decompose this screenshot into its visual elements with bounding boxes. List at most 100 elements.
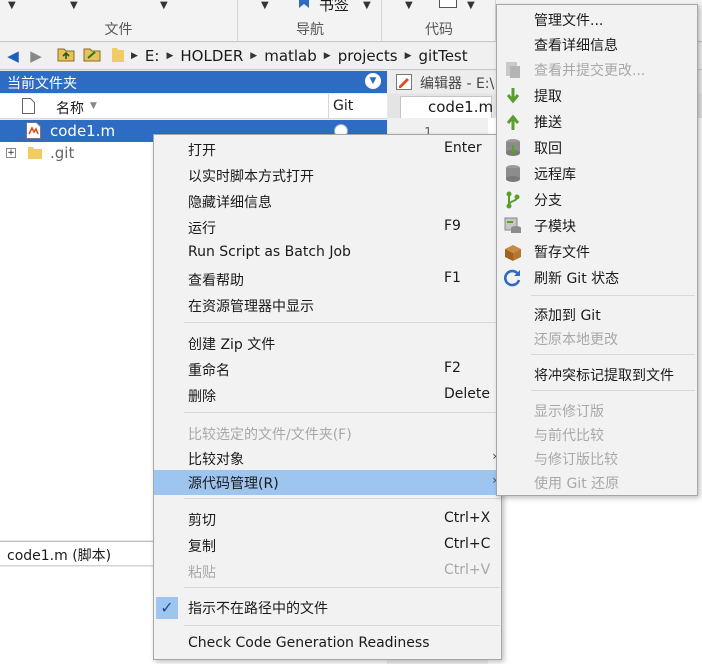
menu-item-extract-conflict[interactable]: 将冲突标记提取到文件 — [497, 362, 697, 387]
file-name: code1.m — [50, 122, 116, 140]
dropdown-arrow-icon[interactable]: ▼ — [405, 0, 413, 11]
file-section: ▼ ▼ ▼ 文件 — [0, 0, 238, 42]
current-folder-header: 当前文件夹 ▼ — [0, 71, 387, 93]
menu-item-fetch[interactable]: 取回 — [497, 135, 697, 160]
commit-icon — [503, 60, 523, 80]
menu-separator — [184, 587, 500, 588]
menu-item-compare-against[interactable]: 比较对象 › — [154, 446, 501, 471]
menu-item-git-revert: 使用 Git 还原 — [534, 476, 620, 492]
menu-item-view-details[interactable]: 查看详细信息 — [497, 32, 697, 57]
folder-name: .git — [50, 144, 75, 162]
column-git[interactable]: Git — [333, 98, 353, 114]
source-control-submenu: 管理文件... 查看详细信息 查看并提交更改... 提取 推送 取回 远程库 分… — [496, 4, 698, 496]
column-header: 名称 ▼ Git — [0, 94, 387, 119]
nav-section-label: 导航 — [296, 22, 324, 38]
up-folder-icon[interactable] — [56, 46, 76, 66]
menu-item-indicate-not-on-path[interactable]: ✓ 指示不在路径中的文件 — [154, 595, 501, 620]
editor-title: 编辑器 - E:\ — [420, 76, 495, 92]
menu-item-compare-selected: 比较选定的文件/文件夹(F) — [188, 427, 352, 443]
column-divider — [328, 94, 329, 118]
menu-item-run[interactable]: 运行 F9 — [154, 215, 501, 240]
checkmark-icon: ✓ — [156, 597, 178, 619]
menu-item-hide-details[interactable]: 隐藏详细信息 — [154, 189, 501, 214]
breadcrumb-separator-icon: ▶ — [166, 51, 174, 61]
drive-folder-icon — [112, 46, 124, 66]
breadcrumb-item[interactable]: HOLDER — [180, 47, 243, 65]
dropdown-arrow-icon[interactable]: ▼ — [8, 0, 16, 11]
breadcrumb-item[interactable]: matlab — [264, 47, 317, 65]
context-menu: 打开 Enter 以实时脚本方式打开 隐藏详细信息 运行 F9 Run Script… — [153, 134, 502, 660]
menu-separator — [531, 390, 695, 391]
back-arrow-icon[interactable]: ◀ — [3, 46, 23, 66]
breadcrumb: ▶ E: ▶ HOLDER ▶ matlab ▶ projects ▶ gitT… — [112, 45, 468, 67]
code-section: ▼ ▼ 代码 — [383, 0, 496, 42]
menu-item-source-control[interactable]: 源代码管理(R) › — [154, 470, 501, 495]
menu-item-run-batch[interactable]: Run Script as Batch Job — [154, 241, 501, 266]
expand-icon[interactable]: + — [6, 148, 16, 158]
menu-separator — [531, 295, 695, 296]
menu-item-create-zip[interactable]: 创建 Zip 文件 — [154, 331, 501, 356]
editor-icon — [396, 74, 412, 94]
details-label: code1.m (脚本) — [7, 548, 112, 564]
column-name[interactable]: 名称 — [56, 98, 84, 118]
nav-section: ▼ 书签 ▼ 导航 — [239, 0, 382, 42]
menu-item-compare-ancestor: 与前代比较 — [534, 428, 604, 444]
push-arrow-icon — [503, 112, 523, 132]
stash-box-icon — [503, 242, 523, 262]
refresh-icon — [503, 268, 523, 288]
menu-item-push[interactable]: 推送 — [497, 109, 697, 134]
menu-item-check-codegen[interactable]: Check Code Generation Readiness — [154, 632, 501, 657]
menu-item-show-revisions: 显示修订版 — [534, 404, 604, 420]
menu-item-open-live-script[interactable]: 以实时脚本方式打开 — [154, 163, 501, 188]
breadcrumb-separator-icon: ▶ — [131, 51, 138, 61]
bookmark-icon[interactable] — [297, 0, 311, 12]
code-tool-icon[interactable] — [439, 0, 457, 8]
breadcrumb-item[interactable]: projects — [338, 47, 398, 65]
menu-item-add-to-git[interactable]: 添加到 Git — [497, 302, 697, 327]
menu-item-manage-files[interactable]: 管理文件... — [497, 7, 697, 32]
menu-item-branches[interactable]: 分支 — [497, 187, 697, 212]
menu-separator — [184, 412, 500, 413]
menu-item-revert-local: 还原本地更改 — [534, 332, 618, 348]
current-folder-title: 当前文件夹 — [7, 76, 77, 92]
code-section-label: 代码 — [425, 22, 453, 38]
pull-arrow-icon — [503, 86, 523, 106]
menu-item-delete[interactable]: 删除 Delete — [154, 383, 501, 408]
menu-item-view-commit: 查看并提交更改... — [497, 57, 697, 82]
editor-tab[interactable]: code1.m — [400, 96, 494, 118]
dropdown-arrow-icon[interactable]: ▼ — [363, 0, 371, 11]
menu-item-cut[interactable]: 剪切 Ctrl+X — [154, 507, 501, 532]
database-icon — [503, 138, 523, 158]
submodule-icon — [503, 216, 523, 236]
menu-item-show-in-explorer[interactable]: 在资源管理器中显示 — [154, 293, 501, 318]
dropdown-arrow-icon[interactable]: ▼ — [261, 0, 269, 11]
menu-separator — [184, 322, 500, 323]
menu-item-compare-revision: 与修订版比较 — [534, 452, 618, 468]
file-section-label: 文件 — [104, 22, 133, 38]
dropdown-arrow-icon[interactable]: ▼ — [160, 0, 168, 11]
menu-item-view-help[interactable]: 查看帮助 F1 — [154, 267, 501, 292]
menu-item-refresh-git[interactable]: 刷新 Git 状态 — [497, 265, 697, 290]
sort-arrow-icon[interactable]: ▼ — [90, 101, 97, 111]
menu-item-stash[interactable]: 暂存文件 — [497, 239, 697, 264]
menu-item-rename[interactable]: 重命名 F2 — [154, 357, 501, 382]
menu-item-remote[interactable]: 远程库 — [497, 161, 697, 186]
menu-item-pull[interactable]: 提取 — [497, 83, 697, 108]
breadcrumb-item[interactable]: E: — [145, 47, 160, 65]
breadcrumb-separator-icon: ▶ — [323, 51, 331, 61]
menu-item-copy[interactable]: 复制 Ctrl+C — [154, 533, 501, 558]
menu-separator — [184, 498, 500, 499]
dropdown-arrow-icon[interactable]: ▼ — [70, 0, 78, 11]
menu-item-paste: 粘贴 Ctrl+V — [188, 562, 491, 581]
browse-folder-icon[interactable] — [82, 46, 102, 66]
editor-tab-label: code1.m — [428, 98, 494, 116]
menu-item-open[interactable]: 打开 Enter — [154, 137, 501, 162]
breadcrumb-item[interactable]: gitTest — [419, 47, 468, 65]
breadcrumb-separator-icon: ▶ — [250, 51, 258, 61]
dropdown-arrow-icon[interactable]: ▼ — [467, 0, 475, 11]
menu-separator — [531, 354, 695, 355]
panel-actions-icon[interactable]: ▼ — [365, 73, 381, 89]
forward-arrow-icon[interactable]: ▶ — [26, 46, 46, 66]
bookmark-button[interactable]: 书签 — [319, 0, 349, 15]
menu-item-submodules[interactable]: 子模块 — [497, 213, 697, 238]
